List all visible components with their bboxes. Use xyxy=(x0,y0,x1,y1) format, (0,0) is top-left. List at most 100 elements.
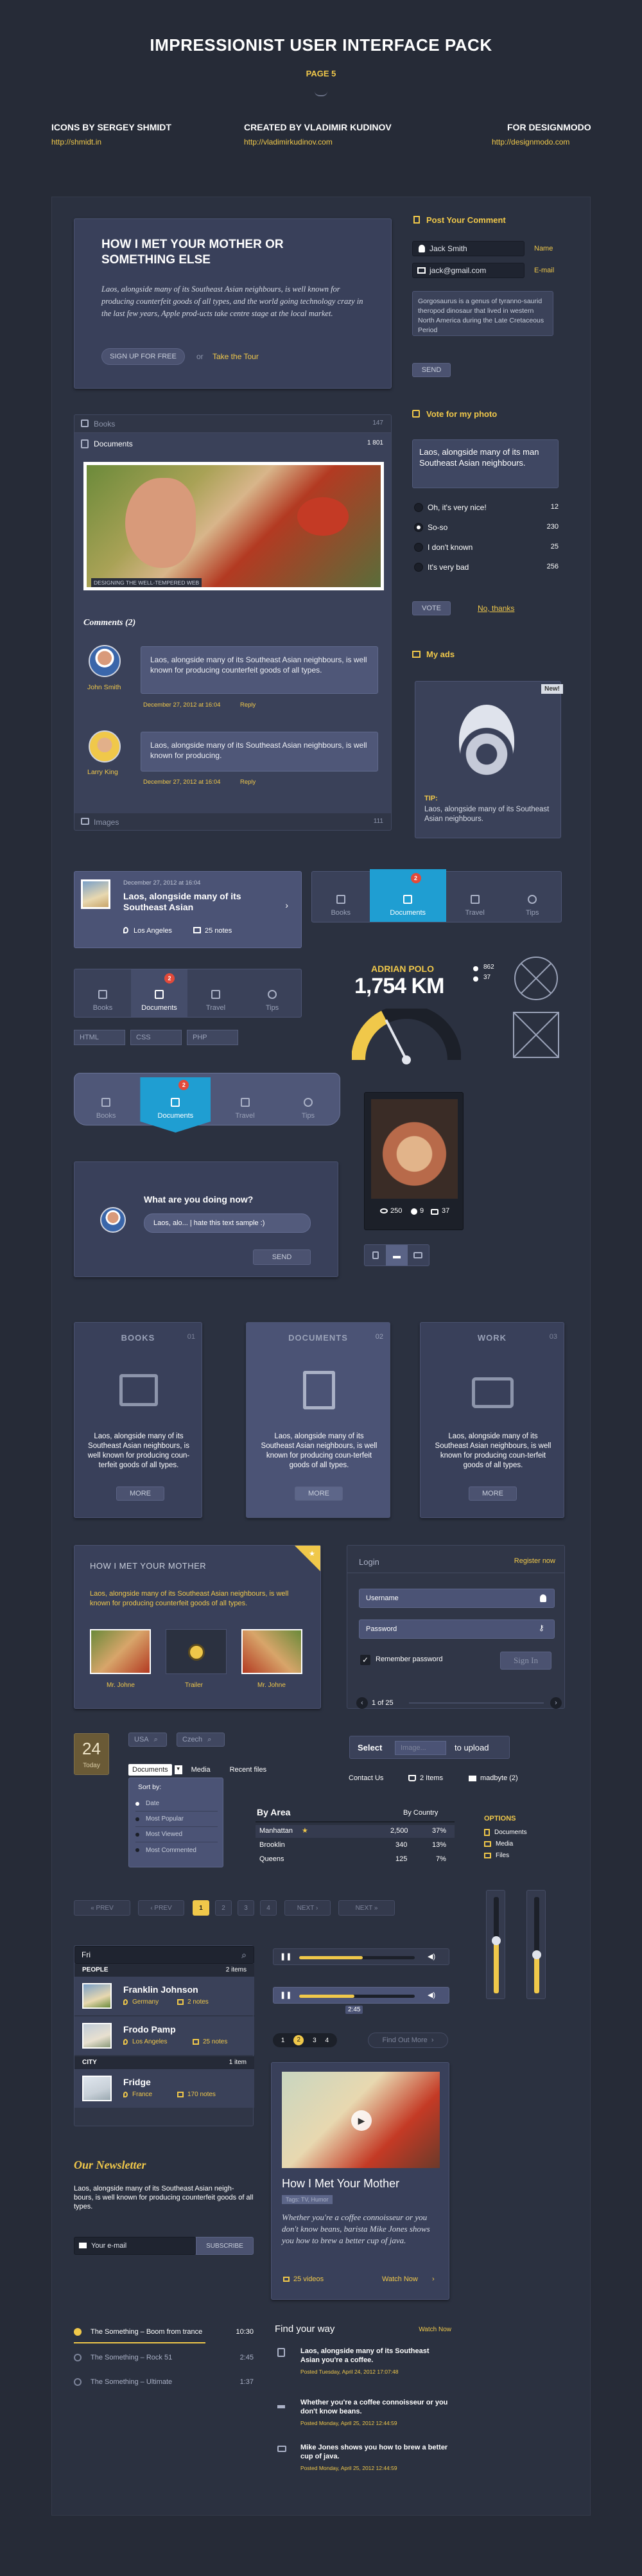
tab-travel[interactable]: Travel xyxy=(446,872,504,922)
first-page-button[interactable]: « PREV xyxy=(74,1900,130,1916)
note-title[interactable]: Laos, alongside many of its Southeast As… xyxy=(123,891,271,913)
images-row[interactable]: Images 111 xyxy=(74,813,391,831)
slider-knob[interactable] xyxy=(492,1936,501,1945)
more-button[interactable]: MORE xyxy=(116,1486,164,1501)
signin-button[interactable]: Sign In xyxy=(500,1652,551,1670)
tab-books[interactable]: Books xyxy=(74,969,131,1017)
progress-track[interactable] xyxy=(299,1956,415,1959)
send-comment-button[interactable]: SEND xyxy=(412,363,451,377)
search-icon[interactable]: ⌕ xyxy=(241,1950,247,1961)
dropdown-tab[interactable]: Media xyxy=(191,1766,211,1774)
avatar[interactable] xyxy=(89,730,121,763)
media-thumbnail[interactable] xyxy=(90,1629,151,1674)
breadcrumb-css[interactable]: CSS xyxy=(130,1030,182,1045)
list-item[interactable]: Whether you're a coffee connoisseur or y… xyxy=(275,2394,451,2439)
sort-option[interactable]: Most Viewed xyxy=(135,1827,218,1842)
remember-checkbox[interactable]: ✓ xyxy=(360,1655,370,1665)
dropdown-tab-active[interactable]: Documents xyxy=(128,1764,172,1776)
video-thumbnail[interactable]: ▶ xyxy=(282,2072,440,2168)
find-out-more-button[interactable]: Find Out More › xyxy=(368,2033,448,2048)
more-button[interactable]: MORE xyxy=(469,1486,517,1501)
list-item[interactable]: Fridge France 170 notes xyxy=(74,2069,254,2108)
email-field[interactable]: jack@gmail.com xyxy=(412,263,525,278)
tab-travel[interactable]: Travel xyxy=(216,1073,274,1125)
sort-option[interactable]: Most Popular xyxy=(135,1812,218,1827)
radio-button[interactable] xyxy=(414,503,423,512)
sort-option[interactable]: Date xyxy=(135,1796,218,1812)
people-search-input[interactable]: Fri xyxy=(74,1946,254,1964)
chevron-down-icon[interactable]: ▾ xyxy=(174,1765,182,1774)
slider-knob[interactable] xyxy=(532,1950,541,1959)
reply-link[interactable]: Reply xyxy=(240,701,256,709)
next-arrow[interactable]: › xyxy=(550,1697,562,1709)
comment-author[interactable]: Larry King xyxy=(87,768,118,776)
tab-tips[interactable]: Tips xyxy=(503,872,561,922)
credit-icons-link[interactable]: http://shmidt.in xyxy=(51,137,101,146)
name-field[interactable]: Jack Smith xyxy=(412,241,525,256)
radio-button[interactable] xyxy=(414,543,423,552)
table-row[interactable]: Manhattan ★ 2,500 37% xyxy=(256,1825,455,1838)
featured-image[interactable] xyxy=(83,462,384,590)
poll-option[interactable]: Oh, it's very nice! 12 xyxy=(412,502,559,522)
table-row[interactable]: Brooklin 340 13% xyxy=(256,1839,455,1852)
tab-books[interactable]: Books xyxy=(77,1073,135,1125)
monitor-view-button[interactable] xyxy=(408,1245,429,1266)
table-row[interactable]: Queens 125 7% xyxy=(256,1853,455,1866)
slider-track[interactable] xyxy=(534,1897,539,1993)
status-input[interactable]: Laos, alo... | hate this text sample :) xyxy=(144,1213,311,1233)
signup-button[interactable]: SIGN UP FOR FREE xyxy=(101,348,185,365)
credit-creator-link[interactable]: http://vladimirkudinov.com xyxy=(244,137,333,146)
credit-publisher-link[interactable]: http://designmodo.com xyxy=(492,137,569,146)
more-button[interactable]: MORE xyxy=(295,1486,343,1501)
pause-icon[interactable]: ❚❚ xyxy=(280,1952,291,1961)
option-documents[interactable]: Documents xyxy=(484,1829,527,1836)
comment-author[interactable]: John Smith xyxy=(87,684,121,691)
poll-option[interactable]: So-so 230 xyxy=(412,522,559,542)
progress-track[interactable] xyxy=(299,1995,415,1998)
reply-link[interactable]: Reply xyxy=(240,779,256,786)
status-send-button[interactable]: SEND xyxy=(253,1249,311,1265)
dropdown-tab[interactable]: Recent files xyxy=(230,1766,266,1774)
page-dot-active[interactable]: 2 xyxy=(293,2035,304,2045)
trailer-thumbnail[interactable] xyxy=(166,1629,227,1674)
user-messages[interactable]: madbyte (2) xyxy=(480,1774,518,1782)
find-way-watch-link[interactable]: Watch Now xyxy=(419,2326,451,2333)
playlist-item[interactable]: The Something – Ultimate 1:37 xyxy=(74,2376,254,2390)
subscribe-button[interactable]: SUBSCRIBE xyxy=(196,2237,254,2255)
search-tag-czech[interactable]: Czech ⌕ xyxy=(177,1733,225,1747)
notes-card[interactable]: December 27, 2012 at 16:04 Laos, alongsi… xyxy=(74,871,302,948)
page-dot[interactable]: 3 xyxy=(313,2037,317,2044)
tour-link[interactable]: Take the Tour xyxy=(213,352,259,361)
tab-tips[interactable]: Tips xyxy=(244,969,300,1017)
documents-label[interactable]: Documents xyxy=(94,439,133,448)
avatar[interactable] xyxy=(100,1207,126,1233)
tab-tips[interactable]: Tips xyxy=(279,1073,337,1125)
volume-icon[interactable]: ◀) xyxy=(428,1991,435,1999)
radio-button[interactable] xyxy=(414,563,423,572)
page-dot[interactable]: 1 xyxy=(281,2037,285,2044)
page-button[interactable]: 2 xyxy=(215,1900,232,1916)
chevron-right-icon[interactable]: › xyxy=(285,900,288,910)
photo-widget[interactable]: 250 9 37 xyxy=(364,1092,464,1230)
radio-button-selected[interactable] xyxy=(414,523,423,532)
play-icon[interactable] xyxy=(188,1644,205,1661)
vote-button[interactable]: VOTE xyxy=(412,601,451,615)
watch-now-link[interactable]: Watch Now xyxy=(382,2275,418,2283)
playlist-item-active[interactable]: The Something – Boom from trance 10:30 xyxy=(74,2325,254,2340)
calendar-widget[interactable]: 24 Today xyxy=(74,1733,109,1775)
list-item[interactable]: Laos, alongside many of its Southeast As… xyxy=(275,2343,451,2388)
volume-icon[interactable]: ◀) xyxy=(428,1952,435,1961)
pause-icon[interactable]: ❚❚ xyxy=(280,1991,291,1999)
ad-card[interactable]: New! TIP: Laos, alongside many of its So… xyxy=(415,681,563,838)
breadcrumb-php[interactable]: PHP xyxy=(187,1030,238,1045)
list-item[interactable]: Mike Jones shows you how to brew a bette… xyxy=(275,2439,451,2478)
page-button[interactable]: 3 xyxy=(238,1900,254,1916)
tab-books[interactable]: Books xyxy=(312,872,370,922)
option-files[interactable]: Files xyxy=(484,1852,509,1859)
list-item[interactable]: Frodo Pamp Los Angeles 25 notes xyxy=(74,2016,254,2055)
tab-travel[interactable]: Travel xyxy=(187,969,244,1017)
books-row[interactable]: Books 147 xyxy=(74,415,391,433)
sort-option[interactable]: Most Commented xyxy=(135,1842,218,1858)
username-field[interactable]: Username xyxy=(359,1589,555,1608)
slider-track[interactable] xyxy=(494,1897,499,1993)
